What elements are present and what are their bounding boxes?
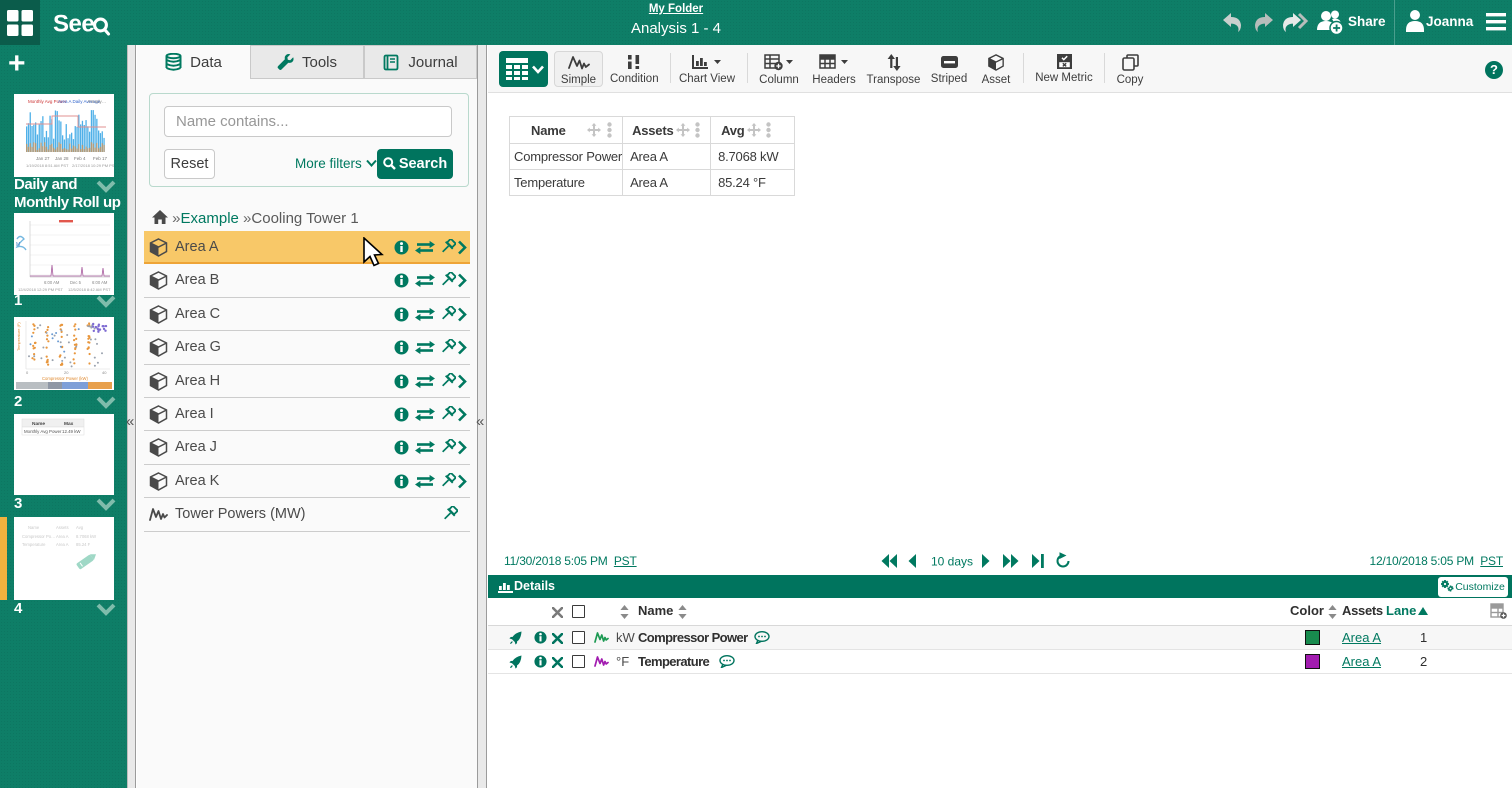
svg-text:M: M — [16, 242, 20, 248]
svg-text:Max: Max — [64, 421, 74, 427]
svg-text:Area A: Area A — [56, 534, 69, 539]
svg-text:6:00 AM: 6:00 AM — [92, 280, 108, 285]
svg-text:1/19/2018 8:51 AM PST: 1/19/2018 8:51 AM PST — [26, 163, 69, 168]
svg-text:Name: Name — [32, 421, 45, 427]
svg-text:Assets: Assets — [56, 525, 69, 530]
svg-text:Area A: Area A — [56, 542, 69, 547]
svg-text:20: 20 — [64, 370, 69, 375]
svg-text:#ready…: #ready… — [88, 99, 106, 104]
svg-text:Feb 4: Feb 4 — [74, 156, 86, 161]
svg-text:2/17/2018 10:29 PM PST: 2/17/2018 10:29 PM PST — [72, 163, 114, 168]
svg-text:6:00 AM: 6:00 AM — [44, 280, 60, 285]
svg-text:Temperature (F): Temperature (F) — [16, 322, 21, 351]
svg-text:40: 40 — [102, 370, 107, 375]
svg-text:10 days: 10 days — [931, 555, 973, 569]
svg-text:Compressor Power (kW): Compressor Power (kW) — [42, 376, 88, 381]
svg-text:Avg: Avg — [76, 525, 84, 530]
svg-text:Name: Name — [28, 525, 40, 530]
svg-text:12.49 kW: 12.49 kW — [62, 429, 81, 434]
svg-text:Jan 27: Jan 27 — [36, 156, 50, 161]
svg-text:8.7068 kW: 8.7068 kW — [76, 534, 96, 539]
svg-text:Feb 17: Feb 17 — [93, 156, 108, 161]
svg-text:Dec 5: Dec 5 — [70, 280, 82, 285]
svg-text:12/4/2018 12:29 PM PST: 12/4/2018 12:29 PM PST — [18, 287, 63, 292]
svg-text:Monthly Avg Power: Monthly Avg Power — [24, 429, 62, 434]
svg-text:85.24 F: 85.24 F — [76, 542, 91, 547]
svg-text:Temperature: Temperature — [22, 542, 46, 547]
svg-text:Compressor Po…: Compressor Po… — [22, 534, 55, 539]
svg-text:12/5/2018 8:42 AM PST: 12/5/2018 8:42 AM PST — [68, 287, 111, 292]
svg-text:Jan 28: Jan 28 — [55, 156, 69, 161]
svg-text:0: 0 — [26, 370, 29, 375]
